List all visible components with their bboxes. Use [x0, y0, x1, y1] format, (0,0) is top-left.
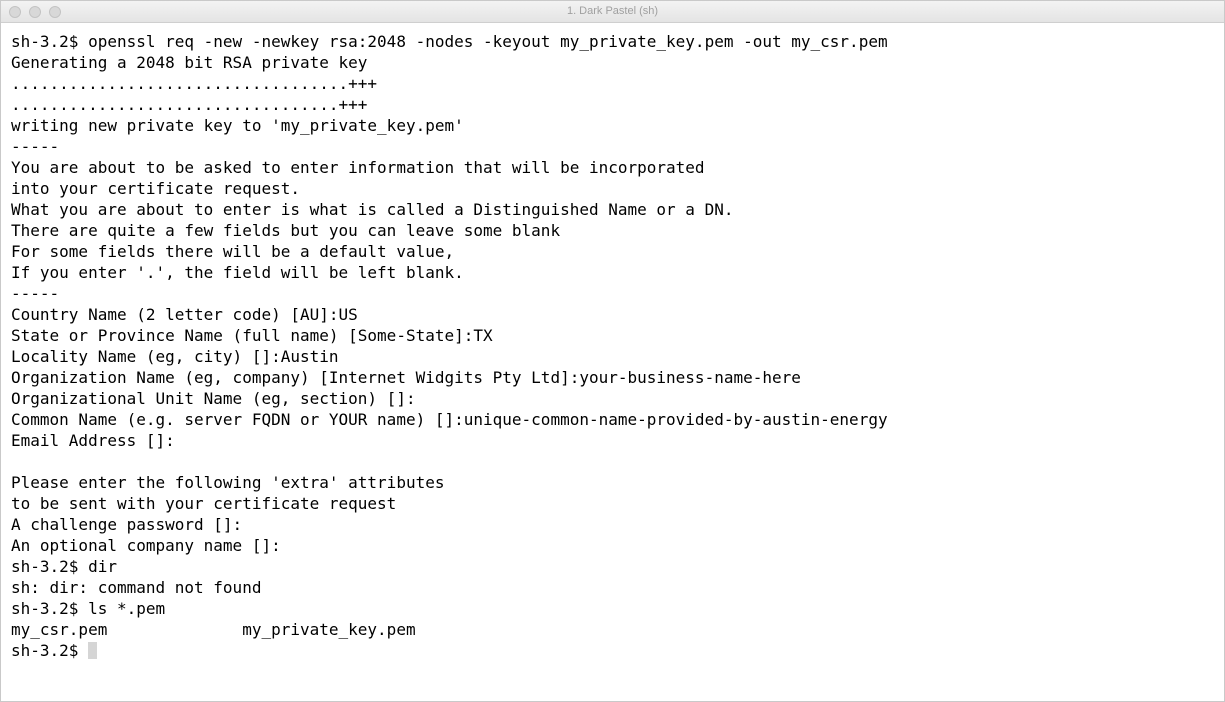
- terminal-prompt-line[interactable]: sh-3.2$: [11, 640, 1218, 661]
- terminal-line: Organizational Unit Name (eg, section) […: [11, 389, 416, 408]
- terminal-line: If you enter '.', the field will be left…: [11, 263, 464, 282]
- terminal-line: Generating a 2048 bit RSA private key: [11, 53, 368, 72]
- terminal-line: State or Province Name (full name) [Some…: [11, 326, 493, 345]
- window-title: 1. Dark Pastel (sh): [566, 5, 659, 17]
- terminal-line: my_csr.pem my_private_key.pem: [11, 620, 416, 639]
- title-bar[interactable]: 1. Dark Pastel (sh): [1, 1, 1224, 23]
- terminal-line: sh-3.2$ openssl req -new -newkey rsa:204…: [11, 32, 888, 51]
- terminal-output[interactable]: sh-3.2$ openssl req -new -newkey rsa:204…: [11, 31, 1218, 695]
- terminal-line: Email Address []:: [11, 431, 175, 450]
- terminal-line: -----: [11, 284, 60, 303]
- terminal-line: You are about to be asked to enter infor…: [11, 158, 705, 177]
- terminal-line: sh-3.2$ dir: [11, 557, 117, 576]
- terminal-line: into your certificate request.: [11, 179, 300, 198]
- terminal-line: A challenge password []:: [11, 515, 243, 534]
- terminal-line: ...................................+++: [11, 74, 378, 93]
- terminal-line: Country Name (2 letter code) [AU]:US: [11, 305, 358, 324]
- text-cursor: [88, 642, 98, 659]
- terminal-line: There are quite a few fields but you can…: [11, 221, 561, 240]
- terminal-line: Common Name (e.g. server FQDN or YOUR na…: [11, 410, 888, 429]
- terminal-line: An optional company name []:: [11, 536, 281, 555]
- terminal-line: sh: dir: command not found: [11, 578, 262, 597]
- terminal-line: Organization Name (eg, company) [Interne…: [11, 368, 801, 387]
- terminal-prompt: sh-3.2$: [11, 641, 89, 660]
- terminal-line: -----: [11, 137, 60, 156]
- terminal-line: sh-3.2$ ls *.pem: [11, 599, 166, 618]
- terminal-line: What you are about to enter is what is c…: [11, 200, 734, 219]
- terminal-line: For some fields there will be a default …: [11, 242, 455, 261]
- terminal-line: Locality Name (eg, city) []:Austin: [11, 347, 339, 366]
- terminal-line: ..................................+++: [11, 95, 368, 114]
- terminal-line: Please enter the following 'extra' attri…: [11, 473, 445, 492]
- terminal-line: writing new private key to 'my_private_k…: [11, 116, 464, 135]
- terminal-line: to be sent with your certificate request: [11, 494, 397, 513]
- terminal-window: 1. Dark Pastel (sh) sh-3.2$ openssl req …: [0, 0, 1225, 702]
